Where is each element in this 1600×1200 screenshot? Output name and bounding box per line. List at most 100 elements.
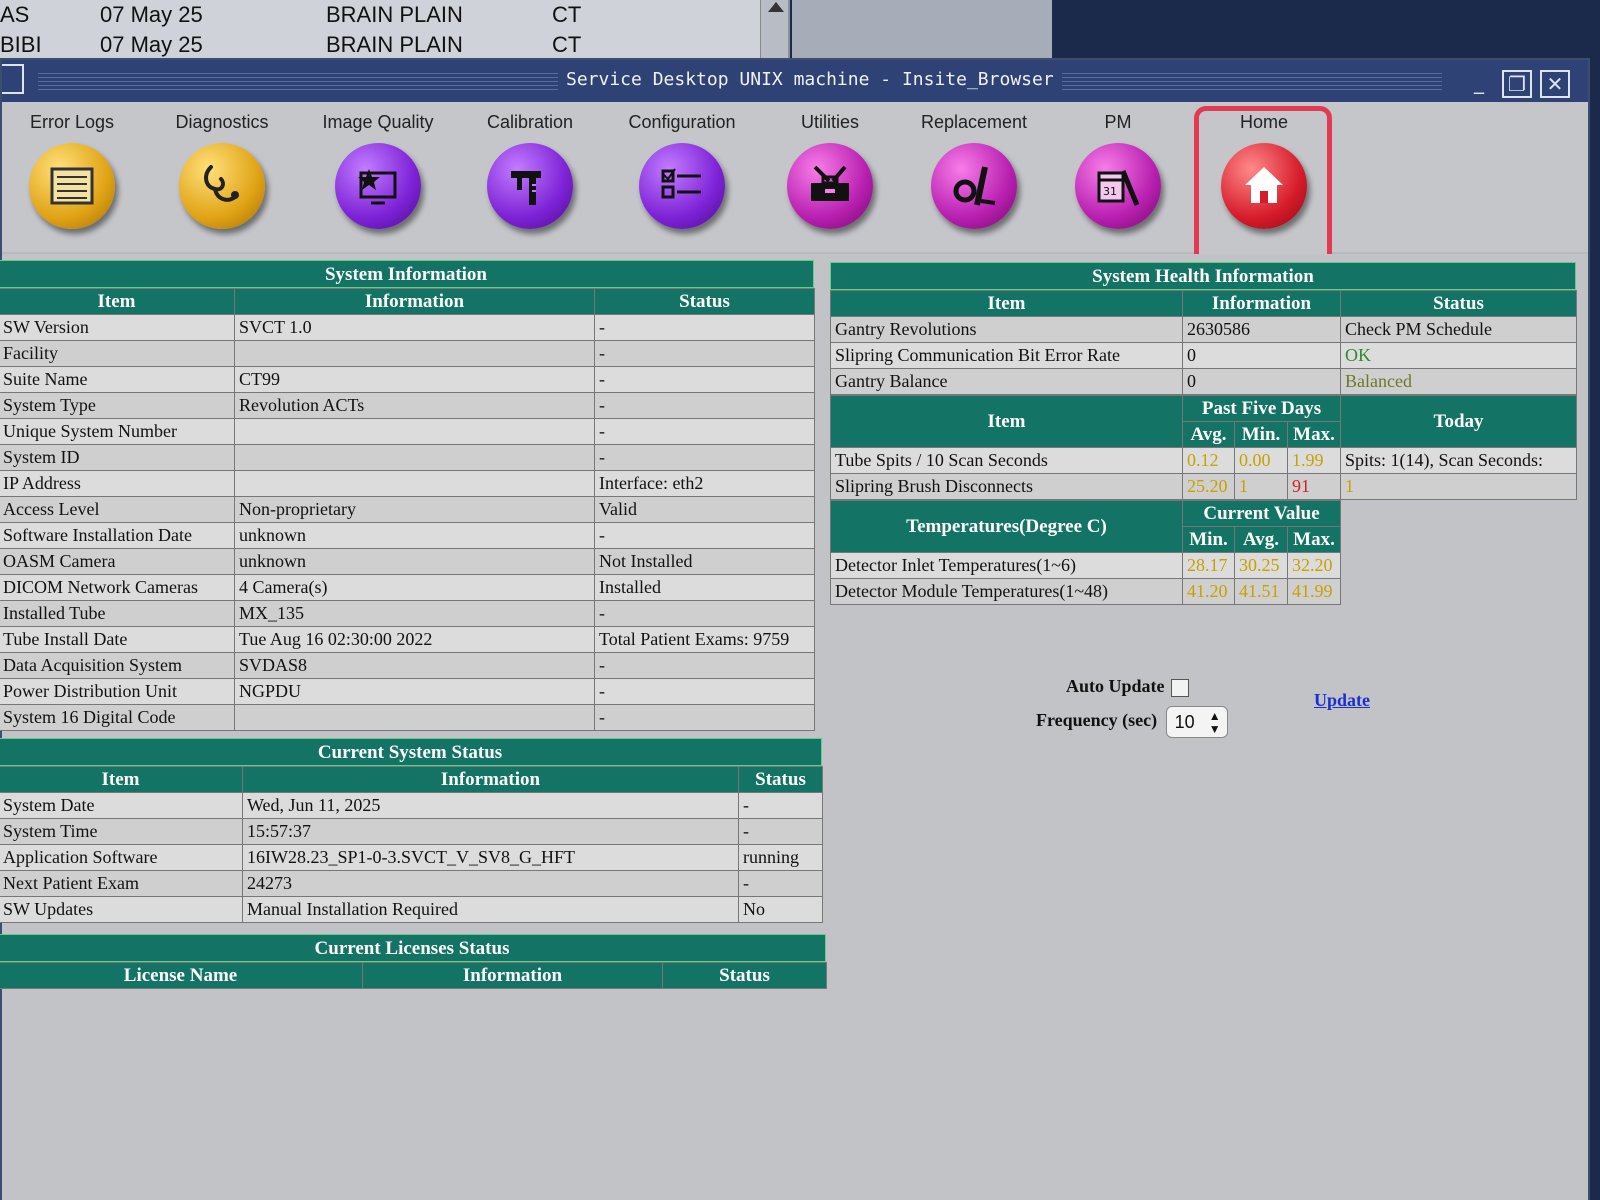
toolbar-error-logs[interactable]: Error Logs (2, 112, 142, 242)
system-info-info-cell: MX_135 (234, 600, 595, 627)
temp-item-cell: Detector Inlet Temperatures(1~6) (830, 552, 1183, 579)
table-header-row: Item Information Status (0, 288, 815, 315)
restore-button[interactable]: ❐ (1502, 70, 1532, 98)
current-status-info-cell: Manual Installation Required (242, 896, 739, 923)
system-info-info-cell: CT99 (234, 366, 595, 393)
current-system-status-table: Item Information Status System Date Wed, … (0, 766, 823, 923)
health-item-cell: Slipring Communication Bit Error Rate (830, 342, 1183, 369)
table-row: Power Distribution Unit NGPDU - (0, 678, 815, 705)
main-toolbar: Error Logs Diagnostics Image Quality Cal… (2, 102, 1588, 294)
system-info-status-cell: - (594, 678, 815, 705)
system-info-item-cell: SW Version (0, 314, 235, 341)
scroll-up-arrow-icon[interactable] (768, 2, 784, 12)
table-row: System Date Wed, Jun 11, 2025- (0, 792, 823, 819)
column-header: License Name (0, 962, 363, 989)
background-scrollbar[interactable] (760, 0, 788, 58)
toolbar-label: PM (1104, 112, 1132, 132)
toolbar-calibration[interactable]: Calibration (460, 112, 600, 242)
table-row: SW Version SVCT 1.0- (0, 314, 815, 341)
caliper-icon[interactable] (487, 143, 573, 229)
five-days-avg-cell: 25.20 (1182, 473, 1235, 500)
column-header: Item (830, 395, 1183, 448)
minimize-button[interactable]: _ (1464, 70, 1494, 98)
current-licenses-status-panel: Current Licenses Status License Name Inf… (0, 934, 827, 989)
error-log-icon[interactable] (29, 143, 115, 229)
table-header-row: Temperatures(Degree C) Current Value (830, 500, 1342, 553)
system-health-caption: System Health Information (830, 262, 1576, 290)
frequency-spinner[interactable]: 10 ▲ ▼ (1165, 706, 1228, 738)
system-health-panel: System Health Information Item Informati… (830, 262, 1578, 605)
home-icon[interactable] (1221, 143, 1307, 229)
table-row: Data Acquisition System SVDAS8- (0, 652, 815, 679)
toolbar-diagnostics[interactable]: Diagnostics (152, 112, 292, 242)
health-info-cell: 0 (1182, 342, 1341, 369)
column-header: Status (738, 766, 823, 793)
column-header: Information (362, 962, 663, 989)
calendar-wrench-icon[interactable]: 31 (1075, 143, 1161, 229)
wrench-icon[interactable] (931, 143, 1017, 229)
title-bar[interactable]: Service Desktop UNIX machine - Insite_Br… (2, 60, 1588, 102)
table-row: Slipring Brush Disconnects 25.20 1 91 1 (830, 473, 1578, 500)
table-header-row: Item Past Five Days Today (830, 395, 1578, 448)
system-info-item-cell: System Type (0, 392, 235, 419)
column-header: Status (662, 962, 827, 989)
current-licenses-status-caption: Current Licenses Status (0, 934, 826, 962)
system-info-item-cell: Software Installation Date (0, 522, 235, 549)
health-item-cell: Gantry Revolutions (830, 316, 1183, 343)
update-link[interactable]: Update (1314, 690, 1370, 711)
toolbar-replacement[interactable]: Replacement (904, 112, 1044, 242)
system-info-info-cell (234, 418, 595, 445)
current-status-status-cell: - (738, 818, 823, 845)
five-days-max-cell: 91 (1286, 473, 1342, 500)
column-header: Min. (1182, 526, 1235, 553)
window-menu-button[interactable] (2, 64, 24, 94)
checklist-icon[interactable] (639, 143, 725, 229)
system-info-info-cell: Tue Aug 16 02:30:00 2022 (234, 626, 595, 653)
current-status-status-cell: No (738, 896, 823, 923)
health-info-cell: 0 (1182, 368, 1341, 395)
system-info-status-cell: Interface: eth2 (594, 470, 815, 497)
svg-text:31: 31 (1103, 185, 1117, 198)
column-header: Past Five Days (1181, 395, 1342, 422)
table-row: Detector Module Temperatures(1~48) 41.20… (830, 578, 1342, 605)
toolbox-icon[interactable] (787, 143, 873, 229)
toolbar-label: Utilities (800, 112, 859, 132)
system-info-status-cell: - (594, 444, 815, 471)
table-row: System Time 15:57:37- (0, 818, 823, 845)
system-info-status-cell: - (594, 418, 815, 445)
toolbar-home[interactable]: Home (1194, 112, 1334, 242)
system-info-info-cell (234, 340, 595, 367)
background-panel (792, 0, 1052, 58)
toolbar-image-quality[interactable]: Image Quality (308, 112, 448, 242)
system-info-item-cell: Power Distribution Unit (0, 678, 235, 705)
table-row: Slipring Communication Bit Error Rate 0 … (830, 342, 1577, 369)
toolbar-utilities[interactable]: Utilities (760, 112, 900, 242)
table-header-row: Item Information Status (0, 766, 823, 793)
auto-update-label: Auto Update (1066, 676, 1165, 696)
system-info-status-cell: - (594, 314, 815, 341)
stethoscope-icon[interactable] (179, 143, 265, 229)
table-row: Suite Name CT99- (0, 366, 815, 393)
system-info-item-cell: Installed Tube (0, 600, 235, 627)
temperatures-table: Temperatures(Degree C) Current Value Min… (830, 500, 1342, 605)
image-quality-icon[interactable] (335, 143, 421, 229)
column-header: Item (0, 288, 235, 315)
five-days-min-cell: 1 (1234, 473, 1288, 500)
table-row: Next Patient Exam 24273- (0, 870, 823, 897)
content-area: System Information Item Information Stat… (0, 254, 1588, 1200)
system-info-info-cell: Revolution ACTs (234, 392, 595, 419)
system-info-info-cell: Non-proprietary (234, 496, 595, 523)
system-info-item-cell: Suite Name (0, 366, 235, 393)
toolbar-configuration[interactable]: Configuration (612, 112, 752, 242)
system-info-item-cell: IP Address (0, 470, 235, 497)
five-days-max-cell: 1.99 (1286, 447, 1342, 474)
spinner-arrows-icon[interactable]: ▲ ▼ (1209, 707, 1221, 736)
toolbar-pm[interactable]: PM 31 (1048, 112, 1188, 242)
auto-update-checkbox[interactable] (1170, 678, 1189, 697)
health-status-cell: Check PM Schedule (1340, 316, 1577, 343)
five-days-avg-cell: 0.12 (1182, 447, 1235, 474)
auto-update-control: Auto Update (1066, 676, 1189, 697)
table-row: System 16 Digital Code - (0, 704, 815, 731)
column-header: Max. (1286, 526, 1342, 553)
close-button[interactable]: ✕ (1540, 70, 1570, 98)
